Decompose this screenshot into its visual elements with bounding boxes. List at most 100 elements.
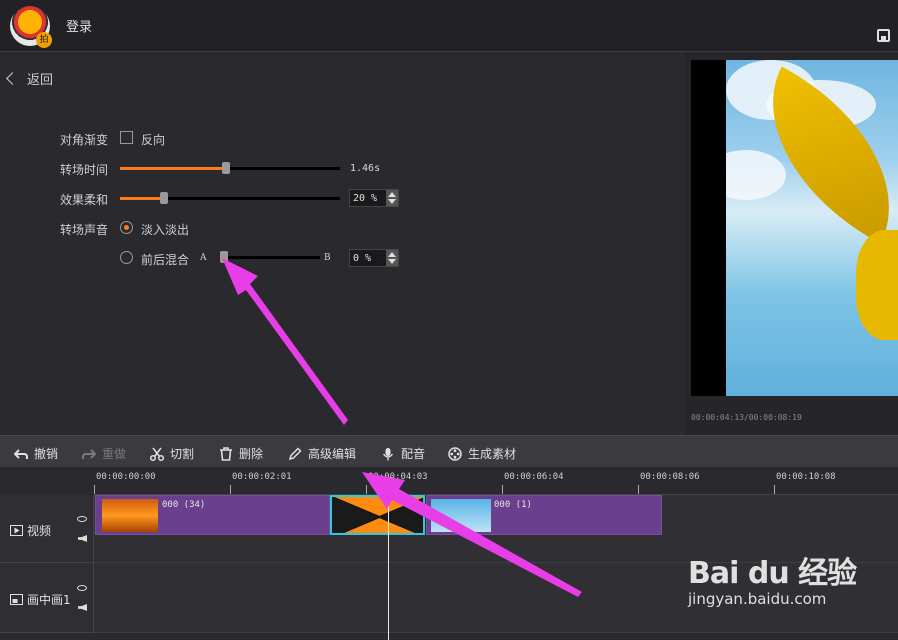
video-track-label: 视频 <box>27 524 52 538</box>
mix-a-label: A <box>200 253 207 263</box>
header-bar: 拍 登录 <box>0 0 898 52</box>
spin-down-icon[interactable] <box>388 199 396 204</box>
duration-value: 1.46s <box>350 163 381 174</box>
microphone-icon <box>382 447 394 460</box>
save-icon[interactable] <box>877 29 890 42</box>
cloud-shape <box>726 150 786 200</box>
watermark-brand: Bai du 经验 <box>688 556 857 591</box>
softness-label: 效果柔和 <box>60 193 109 207</box>
pip-track-label: 画中画1 <box>27 593 71 607</box>
reverse-label: 反向 <box>141 133 166 147</box>
video-play-icon <box>10 525 23 536</box>
ruler-tick <box>366 485 367 494</box>
delete-button[interactable]: 删除 <box>219 445 263 462</box>
ruler-tick-label: 00:00:04:03 <box>368 472 428 482</box>
reverse-checkbox[interactable] <box>120 131 133 144</box>
transition-icon <box>332 497 423 533</box>
fade-label: 淡入淡出 <box>141 223 190 237</box>
clip-label: 000 (34) <box>162 500 206 510</box>
preview-frame-image <box>726 60 898 396</box>
scissors-icon <box>150 447 164 461</box>
playhead-line[interactable] <box>388 477 389 640</box>
pencil-icon <box>288 446 302 460</box>
logo-badge-icon: 拍 <box>36 32 52 48</box>
eye-icon[interactable] <box>77 585 87 591</box>
advanced-edit-label: 高级编辑 <box>308 447 357 461</box>
ruler-tick <box>502 485 503 494</box>
mix-b-label: B <box>324 253 331 263</box>
chevron-left-icon <box>6 72 19 85</box>
transition-block[interactable] <box>330 495 425 535</box>
video-track-name: 视频 <box>10 522 51 539</box>
softness-slider[interactable] <box>120 192 340 204</box>
spin-up-icon[interactable] <box>388 252 396 257</box>
spin-arrows[interactable] <box>386 190 398 206</box>
clip-thumbnail <box>431 499 491 532</box>
duration-slider-fill <box>120 167 226 170</box>
login-link[interactable]: 登录 <box>66 16 92 35</box>
preview-timecode: 00:00:04:13/00:00:08:19 <box>691 413 802 422</box>
video-clip[interactable]: 000 (1) <box>426 495 662 535</box>
mix-spinbox[interactable]: 0 % <box>349 249 399 267</box>
undo-icon <box>14 448 28 459</box>
sound-label: 转场声音 <box>60 223 109 237</box>
preview-screen[interactable] <box>691 60 898 396</box>
ruler-tick <box>774 485 775 494</box>
softness-spinbox[interactable]: 20 % <box>349 189 399 207</box>
mix-label: 前后混合 <box>141 253 190 267</box>
undo-label: 撤销 <box>34 447 59 461</box>
generate-material-label: 生成素材 <box>468 447 517 461</box>
video-editor-window: 拍 登录 返回 对角渐变 反向 转场时间 1.46s 效果柔和 20 % 转场声… <box>0 0 898 640</box>
timeline-toolbar: 撤销 重做 切割 删除 高级编辑 配音 生成素材 <box>0 435 898 467</box>
redo-label: 重做 <box>102 447 127 461</box>
ruler-tick <box>230 485 231 494</box>
video-clip[interactable]: 000 (34) <box>95 495 330 535</box>
preview-pane: 00:00:04:13/00:00:08:19 <box>685 53 898 435</box>
spin-down-icon[interactable] <box>388 259 396 264</box>
cut-button[interactable]: 切割 <box>150 445 194 462</box>
transition-settings-panel: 返回 对角渐变 反向 转场时间 1.46s 效果柔和 20 % 转场声音 淡入淡… <box>0 53 684 435</box>
timeline-ruler[interactable]: 00:00:00:00 00:00:02:01 00:00:04:03 00:0… <box>94 467 898 495</box>
eye-icon[interactable] <box>77 516 87 522</box>
clip-thumbnail <box>102 499 158 532</box>
softness-value: 20 % <box>353 193 378 204</box>
fade-radio[interactable] <box>120 221 133 234</box>
film-reel-icon <box>448 446 462 461</box>
speaker-icon[interactable] <box>78 604 87 611</box>
dub-label: 配音 <box>401 447 426 461</box>
mix-radio[interactable] <box>120 251 133 264</box>
redo-icon <box>82 448 96 459</box>
back-label: 返回 <box>27 73 54 88</box>
spin-arrows[interactable] <box>386 250 398 266</box>
ruler-tick <box>94 485 95 494</box>
dub-button[interactable]: 配音 <box>381 445 425 462</box>
delete-label: 删除 <box>239 447 264 461</box>
app-logo[interactable]: 拍 <box>10 6 52 48</box>
video-track-header: 视频 <box>0 495 94 563</box>
softness-slider-thumb[interactable] <box>160 192 168 204</box>
advanced-edit-button[interactable]: 高级编辑 <box>288 445 356 462</box>
redo-button[interactable]: 重做 <box>82 445 126 462</box>
pip-icon <box>10 594 23 605</box>
spin-up-icon[interactable] <box>388 192 396 197</box>
clip-label: 000 (1) <box>494 500 532 510</box>
watermark-url: jingyan.baidu.com <box>688 590 827 608</box>
back-button[interactable]: 返回 <box>6 69 54 88</box>
bird-body-shape <box>856 230 898 340</box>
softness-slider-fill <box>120 197 164 200</box>
pip-track-header: 画中画1 <box>0 563 94 633</box>
playhead-handle[interactable] <box>383 477 393 484</box>
undo-button[interactable]: 撤销 <box>14 445 58 462</box>
ruler-tick-label: 00:00:02:01 <box>232 472 292 482</box>
speaker-icon[interactable] <box>78 535 87 542</box>
generate-material-button[interactable]: 生成素材 <box>448 445 516 462</box>
mix-slider[interactable] <box>220 251 320 263</box>
ruler-tick-label: 00:00:00:00 <box>96 472 156 482</box>
duration-label: 转场时间 <box>60 163 109 177</box>
duration-slider-thumb[interactable] <box>222 162 230 174</box>
mix-slider-thumb[interactable] <box>220 251 228 263</box>
ruler-tick-label: 00:00:10:08 <box>776 472 836 482</box>
duration-slider[interactable] <box>120 162 340 174</box>
mix-value: 0 % <box>353 253 372 264</box>
trash-icon <box>220 446 232 461</box>
